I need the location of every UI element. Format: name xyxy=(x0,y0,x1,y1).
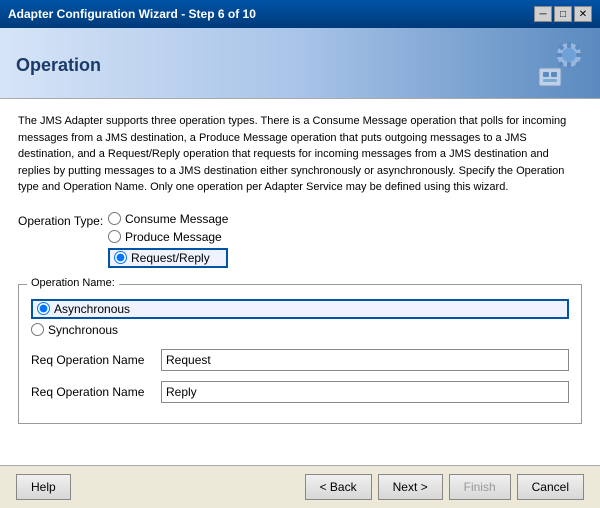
back-button[interactable]: < Back xyxy=(305,474,372,500)
operation-name-box: Operation Name: Asynchronous Synchronous… xyxy=(18,284,582,424)
wizard-header: Operation xyxy=(0,28,600,99)
finish-button[interactable]: Finish xyxy=(449,474,511,500)
next-button[interactable]: Next > xyxy=(378,474,443,500)
cancel-button[interactable]: Cancel xyxy=(517,474,584,500)
radio-consume-input[interactable] xyxy=(108,212,121,225)
wizard-header-title: Operation xyxy=(16,55,101,76)
radio-produce-input[interactable] xyxy=(108,230,121,243)
radio-asynchronous[interactable]: Asynchronous xyxy=(31,299,569,319)
help-button[interactable]: Help xyxy=(16,474,71,500)
req-operation-name-input-1[interactable] xyxy=(161,349,569,371)
wizard-body: The JMS Adapter supports three operation… xyxy=(0,99,600,465)
wizard-window: Operation Th xyxy=(0,28,600,508)
radio-async-input[interactable] xyxy=(37,302,50,315)
minimize-button[interactable]: ─ xyxy=(534,6,552,22)
radio-sync-input[interactable] xyxy=(31,323,44,336)
title-bar: Adapter Configuration Wizard - Step 6 of… xyxy=(0,0,600,28)
wizard-footer: Help < Back Next > Finish Cancel xyxy=(0,465,600,508)
operation-mode-group: Asynchronous Synchronous xyxy=(31,299,569,337)
radio-produce-message[interactable]: Produce Message xyxy=(108,230,228,244)
radio-consume-label: Consume Message xyxy=(125,212,228,226)
req-operation-name-label-2: Req Operation Name xyxy=(31,385,161,399)
req-operation-name-input-2[interactable] xyxy=(161,381,569,403)
close-button[interactable]: ✕ xyxy=(574,6,592,22)
footer-right: < Back Next > Finish Cancel xyxy=(305,474,584,500)
operation-type-radio-group: Consume Message Produce Message Request/… xyxy=(108,212,228,268)
radio-requestreply[interactable]: Request/Reply xyxy=(108,248,228,268)
title-bar-controls: ─ □ ✕ xyxy=(534,6,592,22)
description-text: The JMS Adapter supports three operation… xyxy=(18,113,582,196)
footer-left: Help xyxy=(16,474,71,500)
gear-icon xyxy=(534,40,584,90)
radio-requestreply-label: Request/Reply xyxy=(131,251,210,265)
operation-type-label: Operation Type: xyxy=(18,212,108,228)
radio-sync-label: Synchronous xyxy=(48,323,118,337)
radio-async-label: Asynchronous xyxy=(54,302,130,316)
operation-type-section: Operation Type: Consume Message Produce … xyxy=(18,212,582,268)
radio-synchronous[interactable]: Synchronous xyxy=(31,323,569,337)
req-operation-name-row-1: Req Operation Name xyxy=(31,349,569,371)
radio-consume-message[interactable]: Consume Message xyxy=(108,212,228,226)
radio-produce-label: Produce Message xyxy=(125,230,222,244)
req-operation-name-row-2: Req Operation Name xyxy=(31,381,569,403)
maximize-button[interactable]: □ xyxy=(554,6,572,22)
radio-requestreply-input[interactable] xyxy=(114,251,127,264)
title-bar-text: Adapter Configuration Wizard - Step 6 of… xyxy=(8,7,256,21)
req-operation-name-label-1: Req Operation Name xyxy=(31,353,161,367)
operation-name-legend: Operation Name: xyxy=(27,277,119,289)
